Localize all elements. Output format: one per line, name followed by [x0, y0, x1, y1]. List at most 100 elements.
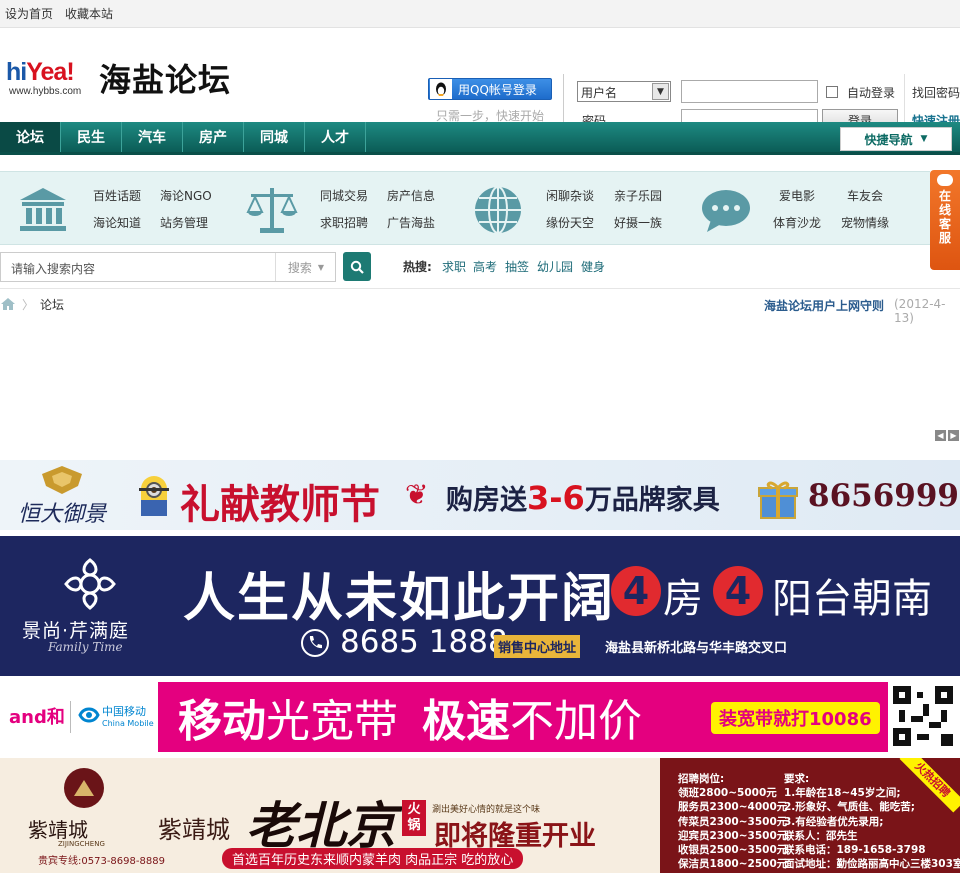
category-link[interactable]: 同城交易: [320, 187, 368, 204]
home-icon[interactable]: [0, 297, 16, 311]
banner1-offer: 购房送3-6万品牌家具: [446, 479, 720, 517]
banner3-brand-cm: 中国移动: [102, 705, 146, 718]
quick-nav-button[interactable]: 快捷导航 ▼: [840, 127, 952, 151]
banner1-headline: 礼献教师节: [180, 482, 380, 528]
category-link[interactable]: 百姓话题: [93, 187, 141, 204]
main-nav: 论坛 民生 汽车 房产 同城 人才 快捷导航 ▼: [0, 122, 960, 155]
chevron-right-icon: 〉: [22, 297, 35, 312]
site-logo[interactable]: hiYea! www.hybbs.com 海盐论坛: [6, 56, 246, 126]
flower-logo-icon: [64, 558, 116, 610]
nav-item-livelihood[interactable]: 民生: [61, 122, 122, 152]
banner2-brand-en: Family Time: [48, 640, 123, 654]
chevron-down-icon: ▼: [652, 83, 669, 100]
banner1-brand: 恒大御景: [18, 502, 107, 527]
prev-icon[interactable]: ◀: [935, 430, 946, 441]
penguin-icon: [430, 79, 452, 99]
hengda-logo-icon: [42, 466, 82, 494]
banner1-phone: 86569999: [808, 478, 960, 514]
bank-icon: [16, 184, 70, 234]
ad-banner-hengda[interactable]: 恒大御景 礼献教师节 ❦ 购房送3-6万品牌家具 86569999: [0, 460, 960, 530]
breadcrumb: 〉 论坛: [0, 294, 64, 314]
logo-name: 海盐论坛: [99, 61, 232, 99]
category-link[interactable]: 广告海盐: [387, 214, 435, 231]
ad-banner-china-mobile[interactable]: and和 中国移动 China Mobile 移动 光宽带 极速 不加价 装宽带…: [0, 681, 960, 753]
username-type-select[interactable]: 用户名 ▼: [577, 81, 671, 102]
banner2-word-1: 房: [663, 576, 703, 622]
auto-login-label: 自动登录: [847, 86, 896, 100]
banner2-badge-2: 4: [713, 566, 763, 616]
scales-icon: [245, 184, 299, 234]
notice-link[interactable]: 海盐论坛用户上网守则: [764, 297, 884, 314]
category-link[interactable]: 亲子乐园: [614, 187, 662, 204]
banner2-badge-1: 4: [611, 566, 661, 616]
find-password-link[interactable]: 找回密码: [912, 84, 960, 101]
banner4-hotline: 贵宾专线:0573-8698-8889: [38, 856, 165, 867]
hot-search-term[interactable]: 求职: [442, 258, 466, 275]
nav-item-realestate[interactable]: 房产: [183, 122, 244, 152]
china-mobile-logo-icon: [78, 707, 100, 723]
logo-hiyea: hiYea!: [6, 58, 75, 86]
category-group: 爱电影 车友会 体育沙龙 宠物情缘: [683, 172, 913, 246]
category-link[interactable]: 车友会: [847, 187, 883, 204]
search-input[interactable]: 请输入搜索内容: [11, 260, 95, 277]
banner3-brand-cm-en: China Mobile: [102, 719, 154, 728]
caret-down-icon: ▼: [317, 262, 325, 272]
phone-icon: [301, 629, 329, 657]
set-home-link[interactable]: 设为首页: [5, 5, 53, 22]
auto-login-checkbox[interactable]: [826, 86, 838, 98]
banner2-brand: 景尚·芹满庭: [22, 620, 130, 642]
ad-banner-jingshang[interactable]: 景尚·芹满庭 Family Time 人生从未如此开阔 4 房 4 阳台朝南 8…: [0, 536, 960, 676]
nav-item-jobs[interactable]: 人才: [305, 122, 366, 152]
nav-item-forum[interactable]: 论坛: [0, 122, 61, 152]
category-link[interactable]: 海论NGO: [160, 187, 212, 204]
zijingcheng-logo-icon: [64, 768, 104, 808]
heart-icon: ❦: [405, 478, 429, 511]
chat-bubble-icon: [937, 174, 953, 186]
category-link[interactable]: 海论知道: [93, 214, 141, 231]
category-link[interactable]: 闲聊杂谈: [546, 187, 594, 204]
banner4-subline: 首选百年历史东来顺内蒙羊肉 肉品正宗 吃的放心: [222, 848, 524, 869]
ad-banner-zijingcheng[interactable]: 紫靖城 ZIJINGCHENG 贵宾专线:0573-8698-8889 紫靖城 …: [0, 758, 960, 873]
divider: [0, 288, 960, 289]
search-box: 请输入搜索内容 搜索 ▼: [0, 252, 336, 282]
category-link[interactable]: 爱电影: [779, 187, 815, 204]
minion-icon: [139, 476, 169, 516]
hot-search-term[interactable]: 抽签: [505, 258, 529, 275]
banner4-hotpot: 火锅: [402, 800, 426, 836]
banner4-brand-en: ZIJINGCHENG: [58, 840, 105, 848]
search-button[interactable]: [343, 252, 371, 281]
category-link[interactable]: 站务管理: [160, 214, 208, 231]
banner3-tag: 装宽带就打10086: [711, 702, 880, 734]
banner2-headline: 人生从未如此开阔: [183, 568, 616, 629]
category-link[interactable]: 房产信息: [387, 187, 435, 204]
category-link[interactable]: 求职招聘: [320, 214, 368, 231]
category-bar: 百姓话题 海论NGO 海论知道 站务管理 同城交易 房产信息 求职招聘 广告海盐…: [0, 171, 930, 245]
category-link[interactable]: 缘份天空: [546, 214, 594, 231]
nav-item-local[interactable]: 同城: [244, 122, 305, 152]
nav-item-auto[interactable]: 汽车: [122, 122, 183, 152]
banner4-brand: 紫靖城: [28, 818, 88, 842]
banner2-word-2: 阳台朝南: [772, 576, 932, 622]
category-link[interactable]: 好摄一族: [614, 214, 662, 231]
hot-search-term[interactable]: 幼儿园: [537, 258, 573, 275]
banner2-phone: 8685 1888: [340, 624, 508, 660]
qq-login-button[interactable]: 用QQ帐号登录: [428, 78, 552, 100]
online-support-tab[interactable]: 在 线 客 服: [930, 170, 960, 270]
logo-url: www.hybbs.com: [9, 86, 82, 97]
search-icon: [350, 260, 364, 274]
username-input[interactable]: [681, 80, 818, 103]
bookmark-link[interactable]: 收藏本站: [65, 5, 113, 22]
banner2-address: 海盐县新桥北路与华丰路交叉口: [605, 641, 788, 656]
category-link[interactable]: 体育沙龙: [773, 214, 821, 231]
hot-search-term[interactable]: 健身: [581, 258, 605, 275]
next-icon[interactable]: ▶: [948, 430, 959, 441]
search-scope-select[interactable]: 搜索 ▼: [275, 253, 336, 281]
banner4-name1: 紫靖城: [158, 816, 230, 844]
breadcrumb-current[interactable]: 论坛: [40, 296, 64, 313]
category-group: 同城交易 房产信息 求职招聘 广告海盐: [229, 172, 459, 246]
banner3-brand-and: and和: [9, 707, 65, 728]
hot-search-term[interactable]: 高考: [473, 258, 497, 275]
header: hiYea! www.hybbs.com 海盐论坛 用QQ帐号登录 只需一步，快…: [0, 28, 960, 132]
notice-date: (2012-4-13): [894, 297, 946, 325]
category-link[interactable]: 宠物情缘: [841, 214, 889, 231]
